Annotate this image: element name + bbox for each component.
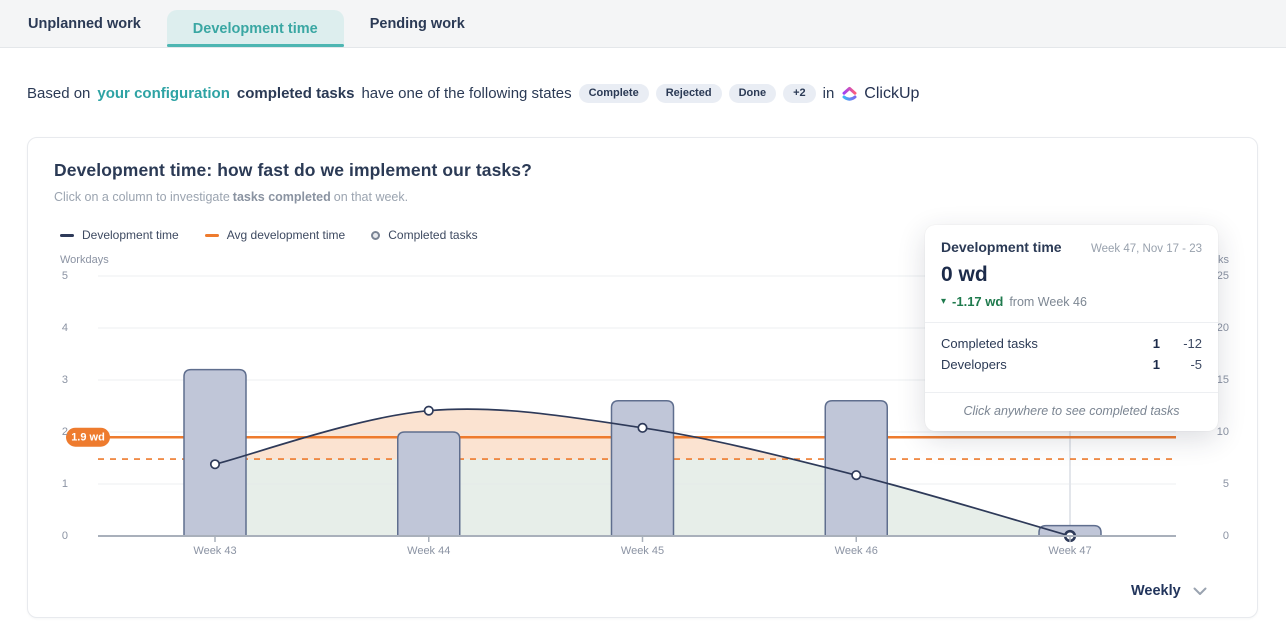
subtitle-prefix: Click on a column to investigate (54, 190, 230, 204)
description-prefix: Based on (27, 85, 90, 102)
row-value: 1 (1126, 336, 1160, 351)
left-tick-label: 3 (62, 374, 68, 386)
bar-week-45[interactable] (612, 401, 674, 536)
legend-label: Completed tasks (388, 228, 477, 242)
left-tick-label: 5 (62, 270, 68, 282)
x-label-week-46: Week 46 (835, 545, 878, 557)
legend-item-development-time: Development time (60, 228, 179, 242)
card-title: Development time: how fast do we impleme… (54, 160, 1231, 181)
state-badge-done: Done (729, 84, 777, 103)
legend-label: Development time (82, 228, 179, 242)
row-value: 1 (1126, 357, 1160, 372)
tooltip-change: -1.17 wd (952, 294, 1003, 309)
marker-week-45[interactable] (638, 424, 646, 432)
legend-item-completed-tasks: Completed tasks (371, 228, 477, 242)
left-axis-title: Workdays (60, 254, 109, 266)
tooltip-value: 0 wd (941, 263, 1202, 287)
bar-week-44[interactable] (398, 432, 460, 536)
card-subtitle: Click on a column to investigatetasks co… (54, 190, 1231, 204)
avg-value-label: 1.9 wd (71, 432, 105, 444)
granularity-select[interactable]: Weekly (1131, 583, 1207, 599)
tab-bar: Unplanned work Development time Pending … (0, 0, 1286, 48)
trend-down-icon: ▾ (941, 296, 946, 307)
tooltip-title: Development time (941, 239, 1062, 255)
left-tick-label: 4 (62, 322, 68, 334)
tab-pending-work[interactable]: Pending work (344, 0, 491, 47)
granularity-value: Weekly (1131, 583, 1181, 599)
right-tick-label: 15 (1217, 374, 1229, 386)
bar-week-43[interactable] (184, 370, 246, 536)
description-middle: have one of the following states (361, 85, 571, 102)
legend-item-avg-development-time: Avg development time (205, 228, 346, 242)
tooltip-row-completed-tasks: Completed tasks 1 -12 (941, 333, 1202, 354)
config-description: Based on your configuration completed ta… (27, 84, 919, 103)
chevron-down-icon (1193, 587, 1207, 596)
row-label: Completed tasks (941, 336, 1126, 351)
row-label: Developers (941, 357, 1126, 372)
right-tick-label: 20 (1217, 322, 1229, 334)
description-connector: in (823, 85, 835, 102)
left-tick-label: 0 (62, 530, 68, 542)
row-delta: -12 (1160, 336, 1202, 351)
platform-wrap: ClickUp (841, 85, 919, 103)
x-label-week-43: Week 43 (193, 545, 236, 557)
legend-label: Avg development time (227, 228, 346, 242)
tab-development-time[interactable]: Development time (167, 10, 344, 47)
tooltip-footer-hint: Click anywhere to see completed tasks (941, 393, 1202, 431)
marker-week-44[interactable] (425, 406, 433, 414)
configuration-link[interactable]: your configuration (97, 85, 230, 102)
tooltip-row-developers: Developers 1 -5 (941, 354, 1202, 375)
tooltip-period: Week 47, Nov 17 - 23 (1091, 243, 1202, 255)
subtitle-bold: tasks completed (233, 190, 331, 204)
completed-tasks-marker-swatch (371, 231, 380, 240)
description-bold: completed tasks (237, 85, 355, 102)
avg-development-time-line-swatch (205, 234, 219, 237)
tooltip-change-reference: from Week 46 (1009, 295, 1087, 309)
platform-name: ClickUp (864, 85, 919, 103)
clickup-logo-icon (841, 85, 858, 102)
subtitle-suffix: on that week. (334, 190, 408, 204)
right-tick-label: 10 (1217, 426, 1229, 438)
development-time-line-swatch (60, 234, 74, 237)
bar-week-46[interactable] (825, 401, 887, 536)
left-tick-label: 1 (62, 478, 68, 490)
right-tick-label: 0 (1223, 530, 1229, 542)
x-label-week-45: Week 45 (621, 545, 664, 557)
tab-unplanned-work[interactable]: Unplanned work (2, 0, 167, 47)
marker-week-46[interactable] (852, 471, 860, 479)
state-badge-rejected: Rejected (656, 84, 722, 103)
right-tick-label: 25 (1217, 270, 1229, 282)
state-badge-more[interactable]: +2 (783, 84, 816, 103)
state-badge-complete: Complete (579, 84, 649, 103)
row-delta: -5 (1160, 357, 1202, 372)
right-tick-label: 5 (1223, 478, 1229, 490)
left-tick-label: 2 (62, 426, 68, 438)
chart-tooltip: Development time Week 47, Nov 17 - 23 0 … (925, 225, 1218, 431)
x-label-week-44: Week 44 (407, 545, 450, 557)
x-label-week-47: Week 47 (1048, 545, 1091, 557)
marker-week-43[interactable] (211, 460, 219, 468)
page: Unplanned work Development time Pending … (0, 0, 1286, 629)
